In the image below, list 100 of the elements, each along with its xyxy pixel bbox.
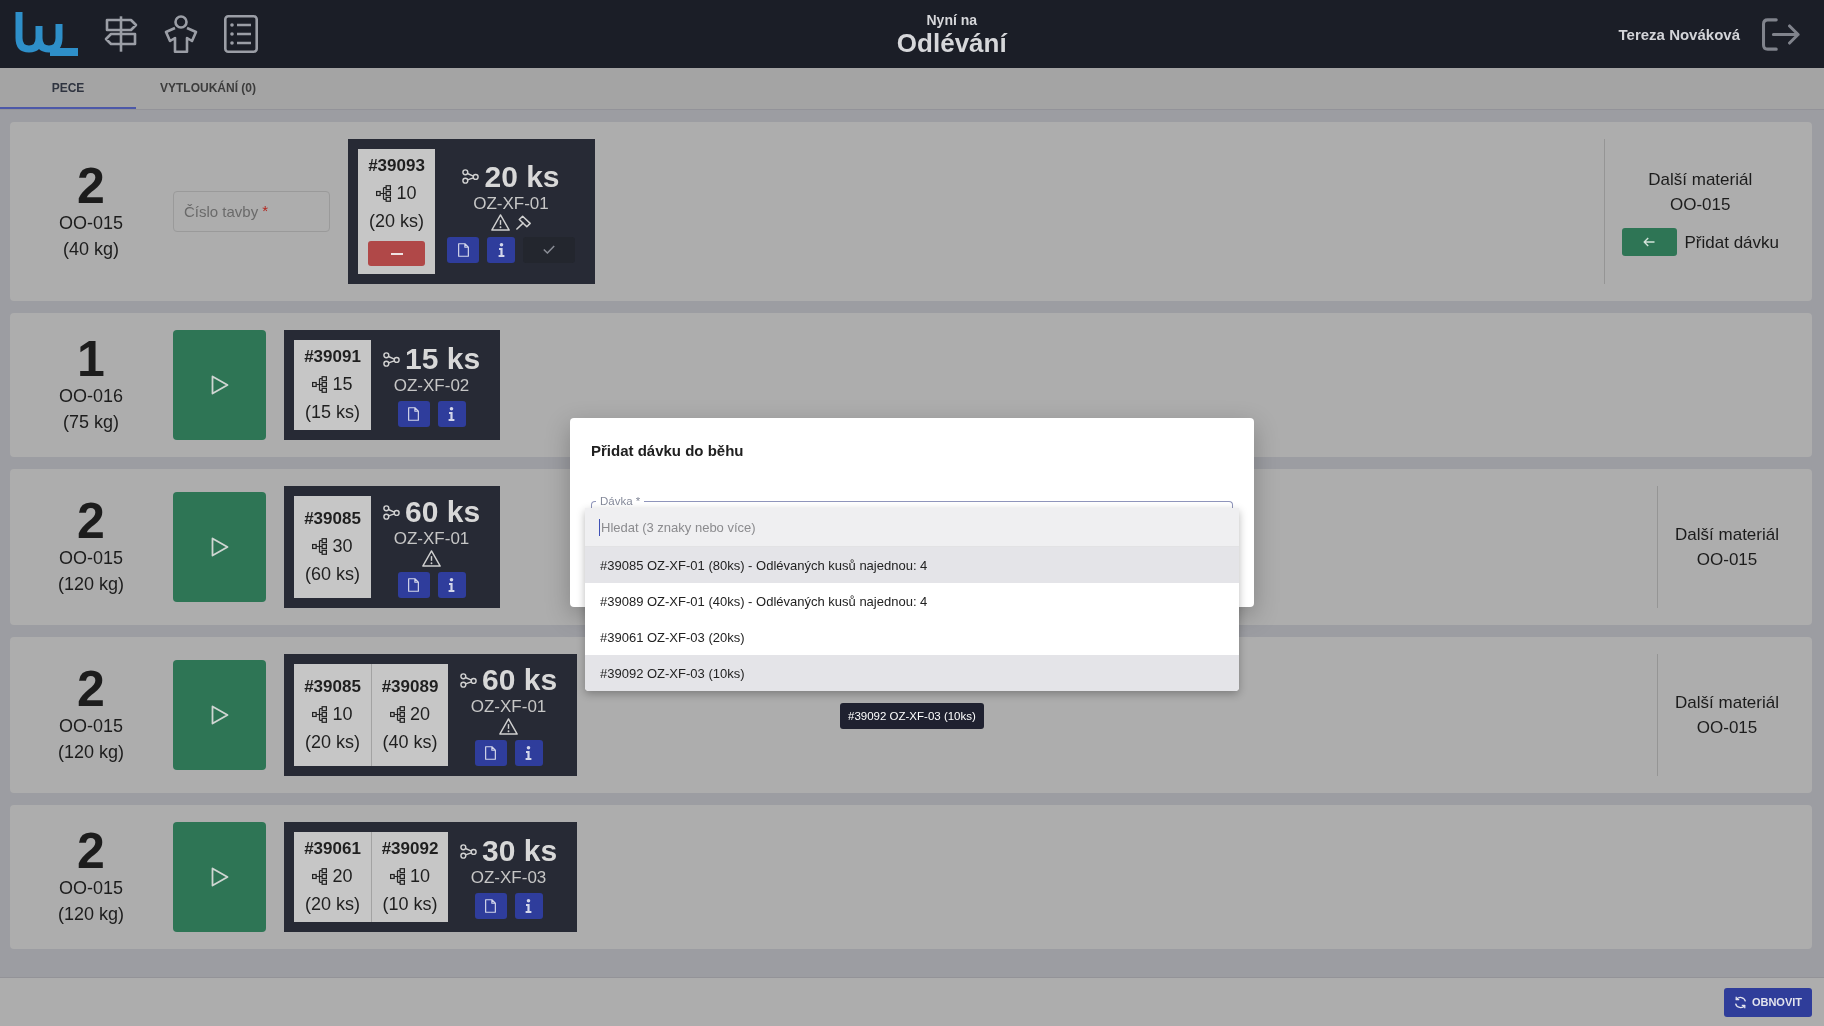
part-code: OZ-XF-01 [473,192,549,214]
lot-number: #39061 [304,838,361,860]
furnace-count: 1 [77,335,105,383]
play-icon [210,867,229,887]
document-icon [408,407,420,421]
document-icon [485,746,497,760]
info-button[interactable] [514,740,543,766]
document-button[interactable] [474,740,507,766]
info-button[interactable] [437,572,466,598]
play-icon [210,375,229,395]
info-icon [497,242,505,257]
hierarchy-icon [312,867,328,885]
lot-count: 10 [410,865,430,888]
material-code: OO-016 [59,385,123,408]
logout-icon[interactable] [1762,17,1800,51]
dropdown-option[interactable]: #39085 OZ-XF-01 (80ks) - Odlévaných kusů najednou: 4 [585,547,1239,583]
info-button[interactable] [487,236,515,263]
material-code: OO-015 [59,547,123,570]
tab[interactable]: PECE [0,68,136,109]
logo-icon [14,12,78,56]
add-batch-button[interactable] [1621,228,1677,256]
start-button[interactable] [173,330,266,440]
info-button[interactable] [437,401,466,427]
total-pieces: 60 ks [405,496,481,528]
material-weight: (120 kg) [57,903,124,926]
list-icon[interactable] [224,15,258,53]
search-field[interactable]: Hledat (3 znaky nebo více) [585,508,1239,547]
hierarchy-icon [312,537,328,555]
nodes-icon [462,169,480,184]
next-material-label: Další materiál [1675,692,1779,714]
next-material-label: Další materiál [1675,524,1779,546]
next-material-code: OO-015 [1670,194,1731,216]
lot-count: 10 [396,182,417,205]
furnace-count: 2 [77,161,105,210]
nodes-icon [460,843,477,859]
context-label: Nyní na [926,11,978,29]
material-code: OO-015 [59,211,123,235]
user-name: Tereza Nováková [1618,25,1740,43]
figure-icon[interactable] [164,15,198,53]
next-material-code: OO-015 [1696,717,1758,739]
lot-count: 30 [332,535,353,558]
material-weight: (120 kg) [57,741,124,764]
lot-number: #39089 [381,676,439,698]
dropdown-option[interactable]: #39089 OZ-XF-01 (40ks) - Odlévaných kusů najednou: 4 [585,583,1239,619]
material-weight: (40 kg) [63,237,119,261]
furnace-count: 2 [77,827,105,875]
lot-count: 15 [332,373,353,396]
nodes-icon [460,672,477,688]
lot-number: #39091 [304,346,361,368]
start-button[interactable] [173,660,266,770]
furnace-count: 2 [77,497,105,545]
hierarchy-icon [312,705,328,723]
hierarchy-icon [390,705,405,723]
part-code: OZ-XF-01 [470,696,547,717]
lot-pieces: (15 ks) [305,401,360,424]
material-weight: (75 kg) [63,411,119,434]
lot-pieces: (10 ks) [382,893,438,916]
minus-icon [390,252,403,255]
material-code: OO-015 [59,877,123,900]
page-title: Odlévání [896,28,1007,57]
part-code: OZ-XF-03 [470,867,547,888]
hierarchy-icon [376,184,392,202]
lot-count: 20 [410,703,430,726]
refresh-button[interactable]: OBNOVIT [1723,987,1812,1017]
document-button[interactable] [397,401,430,427]
arrow-left-icon [1643,237,1655,247]
info-icon [448,578,456,592]
lot-number: #39092 [381,838,439,860]
total-pieces: 30 ks [482,835,558,867]
document-button[interactable] [474,893,507,919]
add-batch-label: Přidat dávku [1684,231,1779,254]
lot-number: #39085 [304,676,361,698]
nodes-icon [383,504,400,520]
lot-number: #39093 [368,155,425,177]
refresh-icon [1733,995,1747,1009]
dropdown-option[interactable]: #39061 OZ-XF-03 (20ks) [585,619,1239,655]
document-icon [485,899,497,913]
lot-pieces: (20 ks) [305,731,360,754]
signpost-icon[interactable] [104,15,138,53]
info-button[interactable] [514,893,543,919]
start-button[interactable] [173,822,266,932]
material-code: OO-015 [59,715,123,738]
part-code: OZ-XF-01 [393,528,470,549]
lot-pieces: (60 ks) [305,563,360,586]
document-button[interactable] [397,572,430,598]
total-pieces: 15 ks [405,343,481,375]
play-icon [210,705,229,725]
document-button[interactable] [447,236,479,263]
required-mark: * [262,202,269,220]
part-code: OZ-XF-02 [393,375,470,396]
dropdown-option[interactable]: #39092 OZ-XF-03 (10ks) [585,655,1239,691]
start-button[interactable] [173,492,266,602]
lot-pieces: (20 ks) [369,210,424,233]
total-pieces: 20 ks [484,160,560,193]
lot-count: 20 [332,865,353,888]
tab[interactable]: VYTLOUKÁNÍ (0) [136,68,280,109]
nodes-icon [383,351,400,367]
material-weight: (120 kg) [57,573,124,596]
document-icon [457,242,469,257]
lot-pieces: (40 ks) [382,731,438,754]
